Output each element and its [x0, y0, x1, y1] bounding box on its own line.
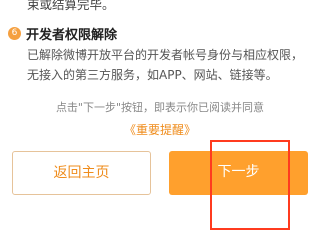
agreement-notice: 点击"下一步"按钮，即表示你已阅读并同意: [55, 101, 265, 114]
section-header: 6 开发者权限解除: [8, 24, 308, 43]
number-badge-icon: 6: [8, 26, 21, 40]
section-developer-permission: 6 开发者权限解除 已解除微博开放平台的开发者帐号身份与相应权限，无接入的第三方…: [8, 24, 308, 85]
return-home-button[interactable]: 返回主页: [12, 151, 151, 195]
previous-section-text-fragment: 束或结算完毕。: [27, 0, 115, 12]
section-title: 开发者权限解除: [26, 27, 118, 43]
next-step-button[interactable]: 下一步: [169, 151, 308, 195]
section-body: 已解除微博开放平台的开发者帐号身份与相应权限，无接入的第三方服务，如APP、网站…: [27, 48, 304, 82]
page: 束或结算完毕。 6 开发者权限解除 已解除微博开放平台的开发者帐号身份与相应权限…: [0, 0, 320, 240]
important-reminder-link[interactable]: 《重要提醒》: [0, 122, 320, 138]
